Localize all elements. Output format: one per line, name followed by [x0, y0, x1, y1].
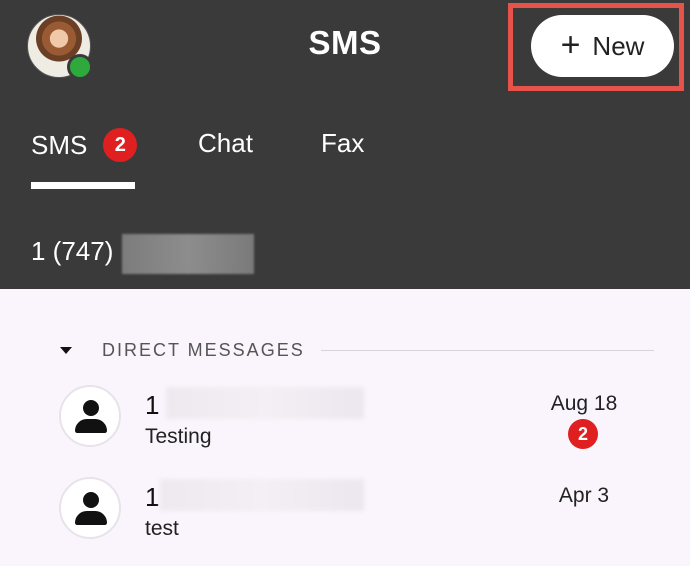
tab-fax-label: Fax [321, 128, 365, 158]
plus-icon: + [560, 25, 581, 64]
direct-messages-header[interactable]: DIRECT MESSAGES [60, 338, 654, 362]
section-divider [320, 349, 654, 351]
sms-unread-badge: 2 [103, 128, 138, 162]
message-date: Aug 18 [550, 392, 618, 415]
phone-number[interactable]: 1 (747) [31, 236, 113, 267]
contact-name: 1 [145, 482, 160, 512]
tab-sms-label: SMS [31, 129, 88, 160]
tab-chat[interactable]: Chat [198, 128, 253, 159]
person-icon-body [75, 419, 107, 433]
caret-down-icon[interactable] [60, 346, 72, 354]
tab-chat-label: Chat [198, 128, 253, 158]
message-row[interactable]: 1 test Apr 3 [0, 470, 690, 560]
active-tab-indicator [31, 182, 135, 189]
tab-sms[interactable]: SMS 2 [31, 128, 138, 162]
person-icon [83, 400, 99, 416]
tab-fax[interactable]: Fax [321, 128, 364, 159]
person-icon [83, 492, 99, 508]
contact-avatar [59, 385, 121, 447]
message-row[interactable]: 1 Testing Aug 18 2 [0, 378, 690, 468]
message-preview: test [145, 517, 179, 540]
contact-name-redaction [166, 387, 364, 419]
message-date: Apr 3 [558, 484, 610, 507]
phone-number-redaction [122, 234, 254, 274]
contact-avatar [59, 477, 121, 539]
contact-name-redaction [160, 479, 364, 511]
person-icon-body [75, 511, 107, 525]
unread-badge: 2 [568, 419, 598, 449]
new-button-label: New [592, 30, 645, 61]
section-title: DIRECT MESSAGES [102, 339, 305, 360]
new-message-button[interactable]: + New [531, 15, 674, 77]
contact-name: 1 [145, 390, 160, 420]
message-preview: Testing [145, 425, 212, 448]
app-header: SMS + New SMS 2 Chat Fax 1 (747) [0, 0, 690, 289]
